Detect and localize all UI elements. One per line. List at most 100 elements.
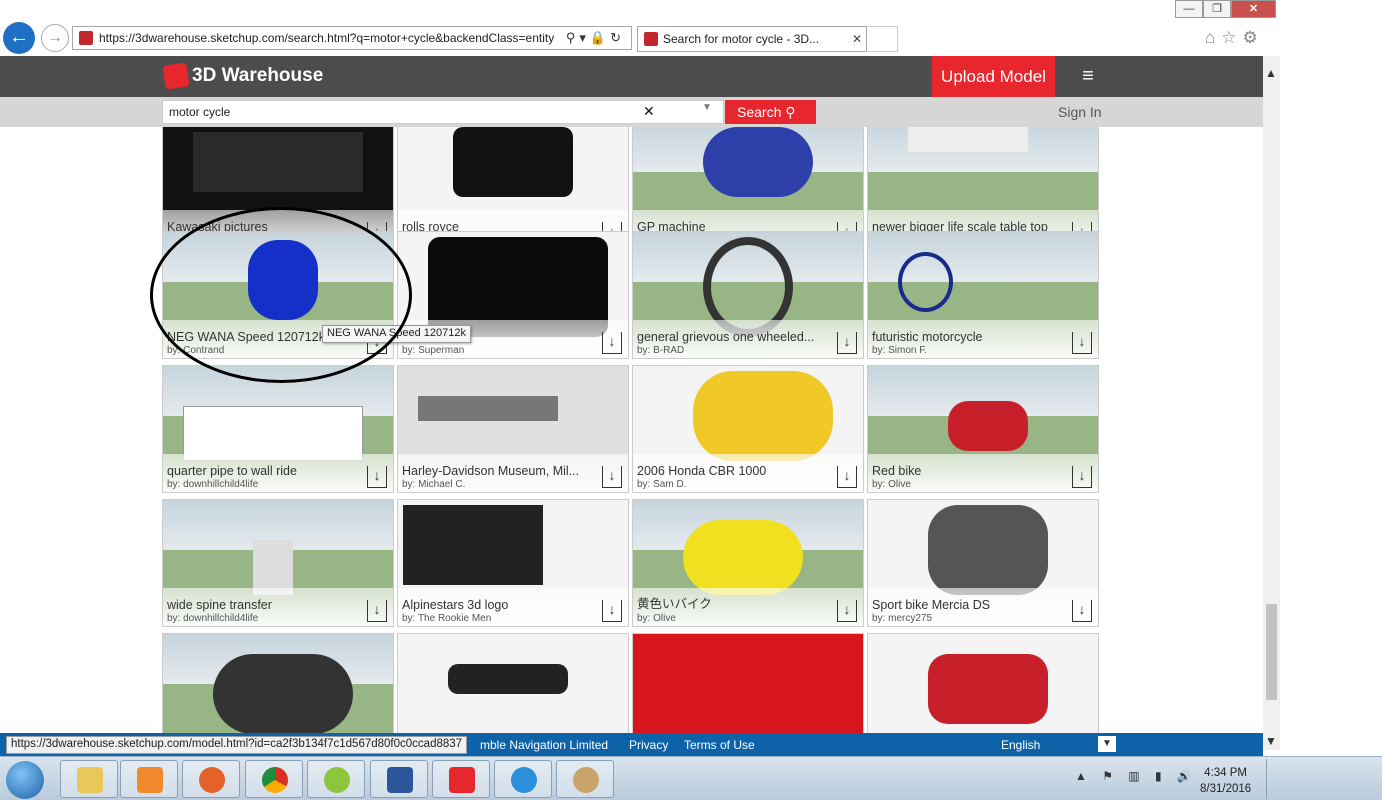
address-bar[interactable]: https://3dwarehouse.sketchup.com/search.… — [72, 26, 632, 50]
result-card[interactable] — [397, 633, 629, 733]
scroll-up-icon[interactable]: ▲ — [1265, 66, 1277, 80]
address-url[interactable]: https://3dwarehouse.sketchup.com/search.… — [99, 31, 566, 45]
forward-button[interactable]: → — [41, 24, 69, 52]
scroll-down-icon[interactable]: ▼ — [1265, 734, 1277, 748]
scroll-thumb[interactable] — [1266, 604, 1277, 700]
model-title[interactable]: wide spine transfer — [167, 598, 355, 612]
chrome-taskbar-icon[interactable] — [245, 760, 303, 798]
model-title[interactable]: 黄色いバイク — [637, 593, 825, 612]
download-icon[interactable]: ↓ — [1072, 466, 1092, 488]
result-card[interactable] — [867, 633, 1099, 733]
green-app-taskbar-icon[interactable] — [307, 760, 365, 798]
model-title[interactable]: futuristic motorcycle — [872, 330, 1060, 344]
result-card[interactable]: Sport bike Mercia DS by: mercy275 ↓ — [867, 499, 1099, 627]
model-title[interactable]: Harley-Davidson Museum, Mil... — [402, 464, 590, 478]
model-thumbnail[interactable] — [213, 654, 353, 733]
model-thumbnail[interactable] — [703, 127, 813, 197]
model-title[interactable]: Alpinestars 3d logo — [402, 598, 590, 612]
download-icon[interactable]: ↓ — [1072, 332, 1092, 354]
media-player-taskbar-icon[interactable] — [120, 760, 178, 798]
start-button[interactable] — [6, 761, 44, 799]
browser-tools-icon[interactable]: ⌂☆⚙ — [1205, 28, 1264, 48]
download-icon[interactable]: ↓ — [367, 600, 387, 622]
clear-search-icon[interactable]: ✕ — [643, 103, 655, 120]
result-card[interactable]: 2006 Honda CBR 1000 by: Sam D. ↓ — [632, 365, 864, 493]
model-title[interactable]: 2006 Honda CBR 1000 — [637, 464, 825, 478]
sign-in-link[interactable]: Sign In — [1058, 104, 1102, 120]
tab-close-icon[interactable]: ✕ — [848, 32, 866, 46]
privacy-link[interactable]: Privacy — [629, 738, 668, 752]
model-author[interactable]: by: The Rookie Men — [402, 613, 491, 624]
model-thumbnail[interactable] — [908, 127, 1028, 152]
download-icon[interactable]: ↓ — [1072, 600, 1092, 622]
download-icon[interactable]: ↓ — [602, 466, 622, 488]
model-thumbnail[interactable] — [898, 252, 953, 312]
model-author[interactable]: by: mercy275 — [872, 613, 932, 624]
model-thumbnail[interactable] — [183, 406, 363, 461]
model-author[interactable]: by: downhillchild4life — [167, 479, 258, 490]
page-scrollbar[interactable]: ▲ ▼ — [1263, 56, 1280, 750]
show-desktop-button[interactable] — [1266, 759, 1280, 799]
back-button[interactable]: ← — [3, 22, 35, 54]
tab-search-results[interactable]: Search for motor cycle - 3D... ✕ — [637, 26, 867, 52]
model-thumbnail[interactable] — [418, 396, 558, 421]
model-author[interactable]: by: Olive — [872, 479, 911, 490]
download-icon[interactable]: ↓ — [602, 332, 622, 354]
new-tab-button[interactable] — [868, 26, 898, 52]
search-button[interactable]: Search ⚲ — [725, 100, 816, 124]
download-icon[interactable]: ↓ — [837, 332, 857, 354]
download-icon[interactable]: ↓ — [602, 600, 622, 622]
minimize-button[interactable]: — — [1175, 0, 1203, 18]
result-card[interactable]: Red bike by: Olive ↓ — [867, 365, 1099, 493]
model-author[interactable]: by: Olive — [637, 613, 676, 624]
system-tray-icons[interactable]: ▲ ⚑ ▥ ▮ 🔊 — [1075, 769, 1198, 783]
model-author[interactable]: by: Michael C. — [402, 479, 465, 490]
model-author[interactable]: by: downhillchild4life — [167, 613, 258, 624]
model-thumbnail[interactable] — [683, 520, 803, 595]
internet-explorer-taskbar-icon[interactable] — [494, 760, 552, 798]
download-icon[interactable]: ↓ — [837, 600, 857, 622]
model-title[interactable]: general grievous one wheeled... — [637, 330, 825, 344]
sketchup-taskbar-icon[interactable] — [432, 760, 490, 798]
result-card[interactable]: quarter pipe to wall ride by: downhillchi… — [162, 365, 394, 493]
result-card[interactable] — [162, 633, 394, 733]
language-dropdown-icon[interactable]: ▼ — [1098, 736, 1116, 752]
model-author[interactable]: by: Simon F. — [872, 345, 927, 356]
model-title[interactable]: Red bike — [872, 464, 1060, 478]
terms-link[interactable]: Terms of Use — [684, 738, 755, 752]
download-icon[interactable]: ↓ — [837, 466, 857, 488]
model-thumbnail[interactable] — [403, 505, 543, 585]
language-select[interactable]: English — [1001, 738, 1040, 752]
model-thumbnail[interactable] — [193, 132, 363, 192]
result-card[interactable]: Harley-Davidson Museum, Mil... by: Michae… — [397, 365, 629, 493]
maximize-button[interactable]: ❐ — [1203, 0, 1231, 18]
model-thumbnail[interactable] — [253, 540, 293, 595]
search-dropdown-icon[interactable]: ▼ — [702, 102, 712, 113]
result-card[interactable]: general grievous one wheeled... by: B-RAD… — [632, 231, 864, 359]
model-thumbnail[interactable] — [928, 654, 1048, 724]
search-input[interactable]: motor cycle — [162, 100, 724, 124]
menu-icon[interactable]: ≡ — [1076, 64, 1100, 88]
taskbar-clock[interactable]: 4:34 PM 8/31/2016 — [1200, 765, 1251, 797]
file-explorer-taskbar-icon[interactable] — [60, 760, 118, 798]
address-actions-icon[interactable]: ⚲▾🔒↻ — [566, 30, 631, 46]
model-thumbnail[interactable] — [453, 127, 573, 197]
model-thumbnail[interactable] — [448, 664, 568, 694]
model-thumbnail[interactable] — [928, 505, 1048, 595]
download-icon[interactable]: ↓ — [367, 466, 387, 488]
model-thumbnail[interactable] — [948, 401, 1028, 451]
result-card[interactable] — [632, 633, 864, 733]
upload-model-button[interactable]: Upload Model — [932, 56, 1055, 97]
word-taskbar-icon[interactable] — [370, 760, 428, 798]
site-logo[interactable]: 3D Warehouse — [162, 62, 323, 90]
close-window-button[interactable]: ✕ — [1231, 0, 1276, 18]
model-title[interactable]: Sport bike Mercia DS — [872, 598, 1060, 612]
paint-taskbar-icon[interactable] — [556, 760, 614, 798]
result-card[interactable]: 黄色いバイク by: Olive ↓ — [632, 499, 864, 627]
result-card[interactable]: futuristic motorcycle by: Simon F. ↓ — [867, 231, 1099, 359]
model-author[interactable]: by: Sam D. — [637, 479, 686, 490]
result-card[interactable]: wide spine transfer by: downhillchild4lif… — [162, 499, 394, 627]
firefox-taskbar-icon[interactable] — [182, 760, 240, 798]
model-title[interactable]: quarter pipe to wall ride — [167, 464, 355, 478]
model-thumbnail[interactable] — [693, 371, 833, 461]
